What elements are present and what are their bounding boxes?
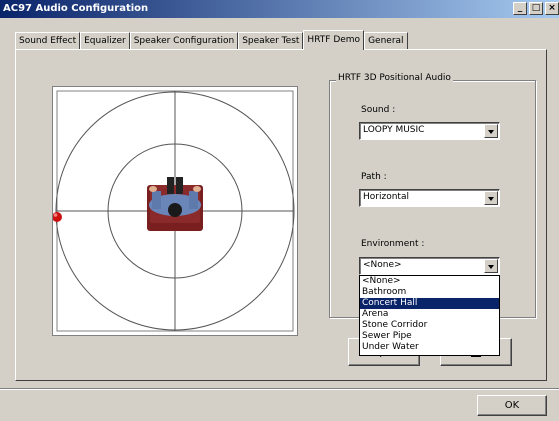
ok-button[interactable]: OK [477, 395, 547, 416]
tab-speaker-configuration[interactable]: Speaker Configuration [129, 32, 239, 50]
listener-icon [147, 177, 203, 231]
hrtf-group-title: HRTF 3D Positional Audio [336, 73, 453, 83]
minimize-button[interactable]: _ [513, 2, 527, 15]
sound-label: Sound : [361, 105, 396, 115]
app-window: AC97 Audio Configuration _ □ × Sound Eff… [0, 0, 559, 421]
sound-select[interactable]: LOOPY MUSIC [359, 122, 500, 140]
tab-hrtf-demo[interactable]: HRTF Demo [303, 30, 365, 50]
position-graph[interactable] [52, 86, 298, 336]
list-item[interactable]: <None> [360, 276, 499, 287]
environment-label: Environment : [361, 239, 425, 249]
tab-general[interactable]: General [364, 32, 408, 50]
list-item-selected[interactable]: Concert Hall [360, 298, 499, 309]
environment-dropdown-button[interactable] [484, 259, 498, 273]
sound-dropdown-button[interactable] [484, 124, 498, 138]
list-item[interactable]: Sewer Pipe [360, 331, 499, 342]
tab-strip: Sound Effect Equalizer Speaker Configura… [15, 30, 408, 50]
environment-dropdown-list[interactable]: <None> Bathroom Concert Hall Arena Stone… [359, 275, 500, 356]
close-button[interactable]: × [545, 2, 559, 15]
path-label: Path : [361, 172, 387, 182]
window-title: AC97 Audio Configuration [3, 3, 149, 14]
chevron-down-icon [488, 130, 494, 134]
tab-equalizer[interactable]: Equalizer [80, 32, 130, 50]
path-value: Horizontal [363, 192, 409, 202]
tab-sound-effect[interactable]: Sound Effect [15, 32, 81, 50]
maximize-button[interactable]: □ [529, 2, 543, 15]
sound-value: LOOPY MUSIC [363, 125, 425, 135]
window-controls: _ □ × [513, 2, 559, 15]
footer-separator [0, 388, 559, 390]
list-item[interactable]: Under Water [360, 342, 499, 353]
environment-select[interactable]: <None> [359, 257, 500, 275]
chevron-down-icon [488, 265, 494, 269]
position-graph-svg [53, 90, 295, 332]
list-item[interactable]: Bathroom [360, 287, 499, 298]
chevron-down-icon [488, 197, 494, 201]
list-item[interactable]: Arena [360, 309, 499, 320]
tab-speaker-test[interactable]: Speaker Test [238, 32, 304, 50]
title-bar: AC97 Audio Configuration _ □ × [0, 0, 559, 18]
environment-value: <None> [363, 260, 402, 270]
list-item[interactable]: Stone Corridor [360, 320, 499, 331]
path-dropdown-button[interactable] [484, 191, 498, 205]
path-select[interactable]: Horizontal [359, 189, 500, 207]
